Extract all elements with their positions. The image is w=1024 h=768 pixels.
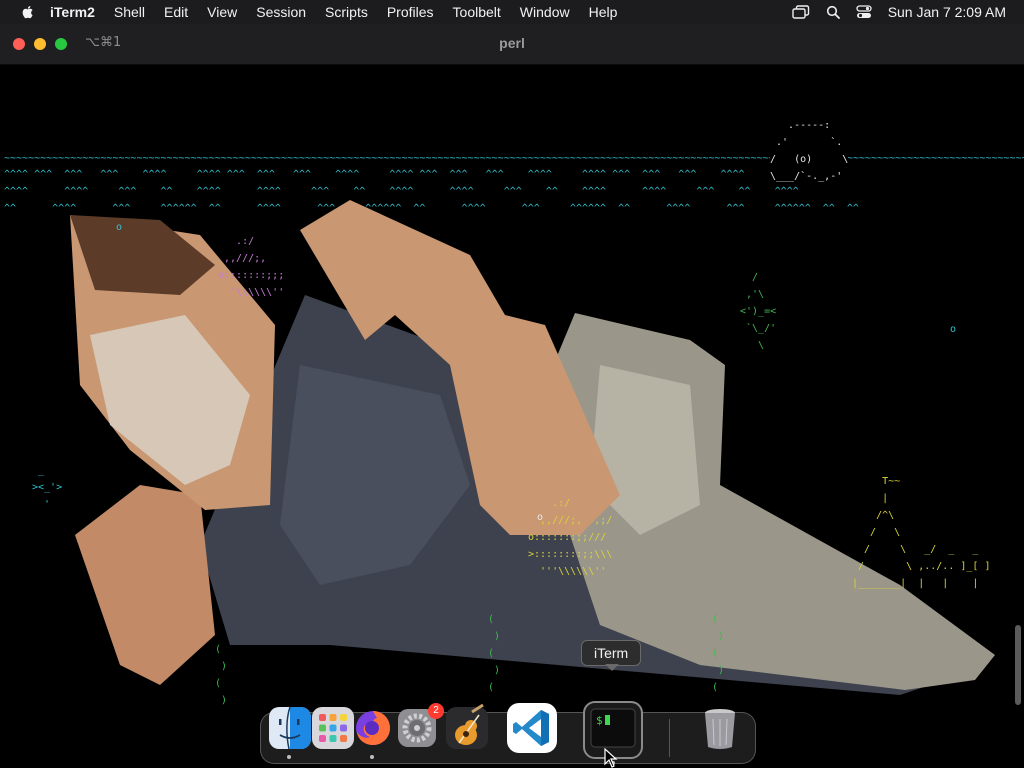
apple-menu-icon[interactable] xyxy=(20,4,36,20)
menu-session[interactable]: Session xyxy=(256,4,306,20)
running-indicator xyxy=(370,755,374,759)
menu-clock[interactable]: Sun Jan 7 2:09 AM xyxy=(888,4,1006,20)
firefox-icon xyxy=(356,711,390,745)
hand-shape xyxy=(75,485,215,685)
dock-tooltip-tail xyxy=(605,664,619,671)
trash-icon xyxy=(705,709,735,749)
mouse-pointer-icon xyxy=(604,748,618,768)
ascii-castle: T~~ | /^\ / \ / \ _/ _ _ / \ ,../.. ]_[ … xyxy=(852,476,991,589)
dock-garageband[interactable] xyxy=(442,703,492,753)
menu-profiles[interactable]: Profiles xyxy=(387,4,434,20)
dock-trash[interactable] xyxy=(695,703,745,753)
dock-system-settings[interactable]: 2 xyxy=(392,703,444,753)
ascii-bubble: o xyxy=(950,324,957,335)
overlay-image xyxy=(70,200,995,695)
ascii-fish-1: .:/ ,,///;, o:::::::;;; '\\\\\\'' xyxy=(218,236,285,298)
ascii-seaweed-1: ( ) ( ) ( xyxy=(488,614,501,693)
dock-firefox[interactable] xyxy=(348,703,398,759)
scrollbar-thumb[interactable] xyxy=(1015,625,1021,705)
title-bar[interactable]: ⌥⌘1 perl xyxy=(0,24,1024,65)
guitar-icon xyxy=(446,703,488,749)
dock: 2 $ xyxy=(260,701,756,765)
vscode-icon xyxy=(513,710,549,746)
dock-tooltip: iTerm xyxy=(581,640,642,666)
menu-scripts[interactable]: Scripts xyxy=(325,4,368,20)
screen-mirroring-icon[interactable] xyxy=(791,5,810,19)
ascii-bubble: o xyxy=(537,512,544,523)
ascii-fish-2: .:/ ,,///;, ,;/ o:::::::;;/// >::::::::;… xyxy=(528,498,613,577)
svg-text:$: $ xyxy=(596,714,603,727)
dock-vscode[interactable] xyxy=(507,703,557,753)
ascii-bubble: o xyxy=(116,222,123,233)
ascii-seaweed-2: ( ) ( ) ( xyxy=(215,644,228,706)
menu-shell[interactable]: Shell xyxy=(114,4,145,20)
menu-view[interactable]: View xyxy=(207,4,237,20)
iterm-window: ⌥⌘1 perl ~~~~~~~~~~~~~~~~~~~~~~~~~~~~~~~… xyxy=(0,24,1024,768)
menu-window[interactable]: Window xyxy=(520,4,570,20)
running-indicator xyxy=(287,755,291,759)
ascii-seahorse-2: _ ><_'> ' xyxy=(32,465,63,510)
menu-bar: iTerm2 Shell Edit View Session Scripts P… xyxy=(0,0,1024,24)
menu-help[interactable]: Help xyxy=(589,4,618,20)
menu-app-name[interactable]: iTerm2 xyxy=(50,4,95,20)
menu-toolbelt[interactable]: Toolbelt xyxy=(453,4,501,20)
search-icon[interactable] xyxy=(826,5,840,19)
ascii-seahorse-1: / ,'\ <')_=< `\_/' \ xyxy=(740,272,777,351)
terminal-viewport[interactable]: ~~~~~~~~~~~~~~~~~~~~~~~~~~~~~~~~~~~~~~~~… xyxy=(0,65,1024,708)
window-title: perl xyxy=(499,35,525,51)
dock-separator xyxy=(669,719,670,757)
control-center-icon[interactable] xyxy=(856,5,872,19)
ascii-seaweed-3: ( ) ( ) ( xyxy=(712,614,725,693)
menu-edit[interactable]: Edit xyxy=(164,4,188,20)
